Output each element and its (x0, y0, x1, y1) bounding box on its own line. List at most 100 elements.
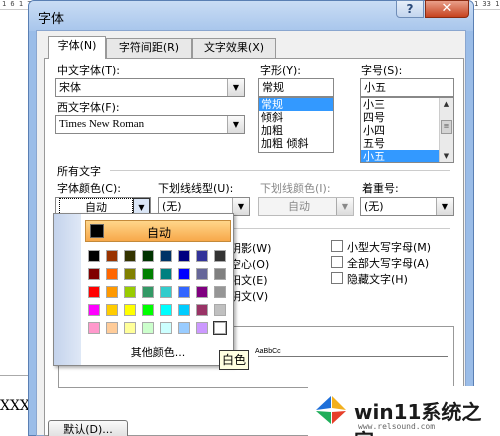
color-swatch[interactable] (106, 304, 118, 316)
help-button[interactable]: ? (396, 0, 424, 18)
chevron-down-icon[interactable]: ▼ (227, 79, 244, 96)
ruler-right-marks: 1 33 1 (474, 0, 500, 8)
effect-outline-label[interactable]: 空心(O) (230, 256, 269, 272)
effect-shadow-label[interactable]: 阴影(W) (230, 240, 271, 256)
watermark-url: www.relsound.com (358, 422, 436, 431)
color-swatch[interactable] (178, 250, 190, 262)
color-palette-popup: 自动 其他颜色... (53, 213, 234, 366)
tab-character-spacing[interactable]: 字符间距(R) (106, 38, 192, 58)
underline-style-value: (无) (162, 200, 182, 213)
color-swatch[interactable] (106, 268, 118, 280)
close-button[interactable]: ✕ (425, 0, 469, 18)
font-size-scrollbar[interactable]: ▲ ≡ ▼ (439, 98, 453, 162)
emphasis-combo[interactable]: (无) ▼ (360, 197, 454, 216)
automatic-color-label: 自动 (146, 226, 171, 240)
color-swatch[interactable] (160, 304, 172, 316)
font-style-option[interactable]: 常规 (259, 98, 333, 111)
color-swatch[interactable] (196, 304, 208, 316)
color-swatch[interactable] (124, 322, 136, 334)
chinese-font-combo[interactable]: 宋体 ▼ (55, 78, 245, 97)
all-caps-label[interactable]: 全部大写字母(A) (347, 255, 429, 271)
chevron-down-icon[interactable]: ▼ (232, 198, 249, 215)
color-swatch[interactable] (88, 268, 100, 280)
color-swatch[interactable] (196, 322, 208, 334)
automatic-color-option[interactable]: 自动 (85, 220, 231, 242)
color-swatch[interactable] (160, 268, 172, 280)
underline-color-value: 自动 (288, 200, 310, 213)
chinese-font-value: 宋体 (59, 81, 81, 94)
chevron-down-icon: ▼ (336, 198, 353, 215)
preview-baseline (258, 356, 448, 357)
emphasis-value: (无) (364, 200, 384, 213)
underline-color-combo: 自动 ▼ (258, 197, 354, 216)
western-font-value: Times New Roman (59, 118, 145, 130)
all-text-section-label: 所有文字 (57, 165, 101, 178)
color-swatch[interactable] (124, 268, 136, 280)
color-swatch[interactable] (178, 268, 190, 280)
font-size-input[interactable]: 小五 (360, 78, 454, 97)
scroll-thumb[interactable]: ≡ (441, 120, 452, 134)
color-swatch[interactable] (88, 304, 100, 316)
western-font-combo[interactable]: Times New Roman ▼ (55, 115, 245, 134)
underline-style-label: 下划线线型(U): (158, 182, 234, 195)
chevron-down-icon[interactable]: ▼ (227, 116, 244, 133)
font-style-label: 字形(Y): (260, 64, 302, 77)
color-swatch[interactable] (106, 286, 118, 298)
palette-side-stripe (54, 214, 81, 365)
tab-font[interactable]: 字体(N) (48, 36, 106, 59)
color-swatch[interactable] (142, 304, 154, 316)
color-swatch[interactable] (214, 304, 226, 316)
font-color-label: 字体颜色(C): (57, 182, 121, 195)
color-swatch[interactable] (196, 286, 208, 298)
color-swatch[interactable] (124, 286, 136, 298)
scroll-down-icon[interactable]: ▼ (440, 150, 453, 162)
color-swatch[interactable] (160, 322, 172, 334)
color-swatch[interactable] (196, 268, 208, 280)
color-swatch[interactable] (106, 322, 118, 334)
color-swatch[interactable] (142, 322, 154, 334)
color-swatch[interactable] (142, 286, 154, 298)
color-swatch[interactable] (124, 250, 136, 262)
document-margin-right (470, 10, 500, 436)
emphasis-label: 着重号: (362, 182, 399, 195)
small-caps-label[interactable]: 小型大写字母(M) (347, 239, 431, 255)
color-swatch[interactable] (142, 268, 154, 280)
small-caps-checkbox[interactable] (331, 240, 343, 252)
color-swatch[interactable] (160, 250, 172, 262)
western-font-label: 西文字体(F): (57, 101, 120, 114)
chevron-down-icon[interactable]: ▼ (436, 198, 453, 215)
font-style-list[interactable]: 常规 倾斜 加粗 加粗 倾斜 (258, 97, 334, 153)
default-button[interactable]: 默认(D)... (48, 420, 128, 436)
font-style-option[interactable]: 加粗 倾斜 (259, 137, 333, 150)
color-swatch[interactable] (214, 286, 226, 298)
document-text: XXX (0, 398, 30, 414)
color-swatch[interactable] (88, 322, 100, 334)
font-style-input[interactable]: 常规 (258, 78, 334, 97)
color-swatch[interactable] (178, 286, 190, 298)
color-swatch[interactable] (213, 321, 227, 335)
color-swatch[interactable] (196, 250, 208, 262)
color-swatch[interactable] (214, 268, 226, 280)
font-style-option[interactable]: 倾斜 (259, 111, 333, 124)
color-swatch[interactable] (88, 286, 100, 298)
font-style-option[interactable]: 加粗 (259, 124, 333, 137)
font-size-option[interactable]: 小五 (361, 150, 439, 162)
color-swatch[interactable] (178, 304, 190, 316)
color-swatch[interactable] (124, 304, 136, 316)
all-caps-checkbox[interactable] (331, 256, 343, 268)
color-swatch[interactable] (88, 250, 100, 262)
effect-emboss-label[interactable]: 阳文(E) (230, 272, 268, 288)
color-swatch[interactable] (178, 322, 190, 334)
more-colors-button[interactable]: 其他颜色... (85, 344, 231, 362)
hidden-text-checkbox[interactable] (331, 272, 343, 284)
chinese-font-label: 中文字体(T): (57, 64, 121, 77)
tab-text-effects[interactable]: 文字效果(X) (192, 38, 276, 58)
font-size-list[interactable]: 小三 四号 小四 五号 小五 ▲ ≡ ▼ (360, 97, 454, 163)
color-swatch[interactable] (214, 250, 226, 262)
color-swatch[interactable] (142, 250, 154, 262)
color-swatch[interactable] (160, 286, 172, 298)
scroll-up-icon[interactable]: ▲ (440, 98, 453, 110)
effect-engrave-label[interactable]: 阴文(V) (230, 288, 268, 304)
hidden-text-label[interactable]: 隐藏文字(H) (347, 271, 408, 287)
color-swatch[interactable] (106, 250, 118, 262)
